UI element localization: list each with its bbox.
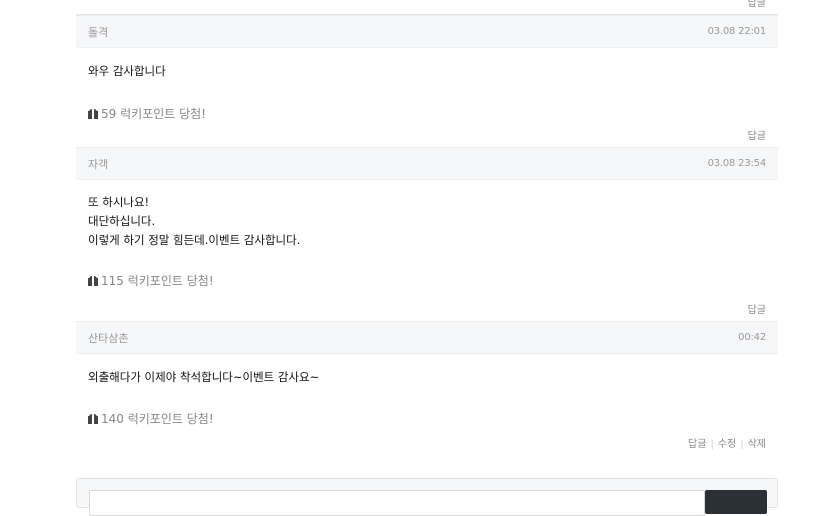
gift-icon bbox=[88, 108, 98, 119]
comment-date: 00:42 bbox=[738, 332, 766, 343]
comment-header: 돌격 03.08 22:01 bbox=[76, 15, 778, 48]
comment-text-line: 대단하십니다. bbox=[88, 214, 156, 228]
comment-submit-button[interactable] bbox=[705, 490, 767, 514]
lucky-point-text: 115 럭키포인트 당첨! bbox=[101, 274, 214, 288]
reply-link[interactable]: 답글 bbox=[748, 131, 766, 142]
reply-link[interactable]: 답글 bbox=[748, 305, 766, 316]
comment-text-line: 와우 감사합니다 bbox=[88, 64, 166, 78]
edit-link[interactable]: 수정 bbox=[718, 439, 736, 450]
comment-body: 외출해다가 이제야 착석합니다~이벤트 감사요~ bbox=[76, 354, 778, 387]
comment-header: 산타삼촌 00:42 bbox=[76, 321, 778, 354]
comment-item: 돌격 03.08 22:01 와우 감사합니다 59 럭키포인트 당첨! 답글 bbox=[76, 15, 778, 147]
comment-author[interactable]: 자객 bbox=[88, 156, 108, 172]
comment-actions: 답글 bbox=[76, 127, 778, 147]
comment-item: 자객 03.08 23:54 또 하시나요! 대단하십니다. 이렇게 하기 정말… bbox=[76, 147, 778, 321]
reply-link[interactable]: 답글 bbox=[748, 0, 766, 9]
comment-body: 또 하시나요! 대단하십니다. 이렇게 하기 정말 힘든데.이벤트 감사합니다. bbox=[76, 180, 778, 250]
comment-text-line: 이렇게 하기 정말 힘든데.이벤트 감사합니다. bbox=[88, 233, 301, 247]
comment-item: 산타삼촌 00:42 외출해다가 이제야 착석합니다~이벤트 감사요~ 140 … bbox=[76, 321, 778, 455]
comment-author[interactable]: 산타삼촌 bbox=[88, 330, 128, 346]
comment-actions: 답글 bbox=[76, 301, 778, 321]
comment-author[interactable]: 돌격 bbox=[88, 24, 108, 40]
lucky-point-text: 59 럭키포인트 당첨! bbox=[101, 107, 206, 121]
gift-icon bbox=[88, 275, 98, 286]
comment-text-line: 외출해다가 이제야 착석합니다~이벤트 감사요~ bbox=[88, 370, 320, 384]
prev-comment-actions: 답글 bbox=[76, 0, 778, 15]
comment-date: 03.08 23:54 bbox=[707, 158, 767, 169]
comment-header: 자객 03.08 23:54 bbox=[76, 147, 778, 180]
gift-icon bbox=[88, 413, 98, 424]
comment-date: 03.08 22:01 bbox=[707, 26, 767, 37]
lucky-point-result: 140 럭키포인트 당첨! bbox=[76, 410, 778, 427]
action-separator: | bbox=[740, 439, 744, 450]
comment-list: 답글 돌격 03.08 22:01 와우 감사합니다 59 럭키포인트 당첨! … bbox=[76, 0, 778, 455]
comment-actions: 답글 | 수정 | 삭제 bbox=[76, 435, 778, 455]
lucky-point-result: 59 럭키포인트 당첨! bbox=[76, 105, 778, 122]
lucky-point-result: 115 럭키포인트 당첨! bbox=[76, 272, 778, 289]
reply-link[interactable]: 답글 bbox=[688, 439, 706, 450]
action-separator: | bbox=[710, 439, 714, 450]
comment-write-box bbox=[76, 478, 778, 516]
delete-link[interactable]: 삭제 bbox=[748, 439, 766, 450]
comment-input[interactable] bbox=[89, 490, 705, 516]
comment-text-line: 또 하시나요! bbox=[88, 195, 150, 209]
comment-body: 와우 감사합니다 bbox=[76, 48, 778, 81]
lucky-point-text: 140 럭키포인트 당첨! bbox=[101, 412, 214, 426]
